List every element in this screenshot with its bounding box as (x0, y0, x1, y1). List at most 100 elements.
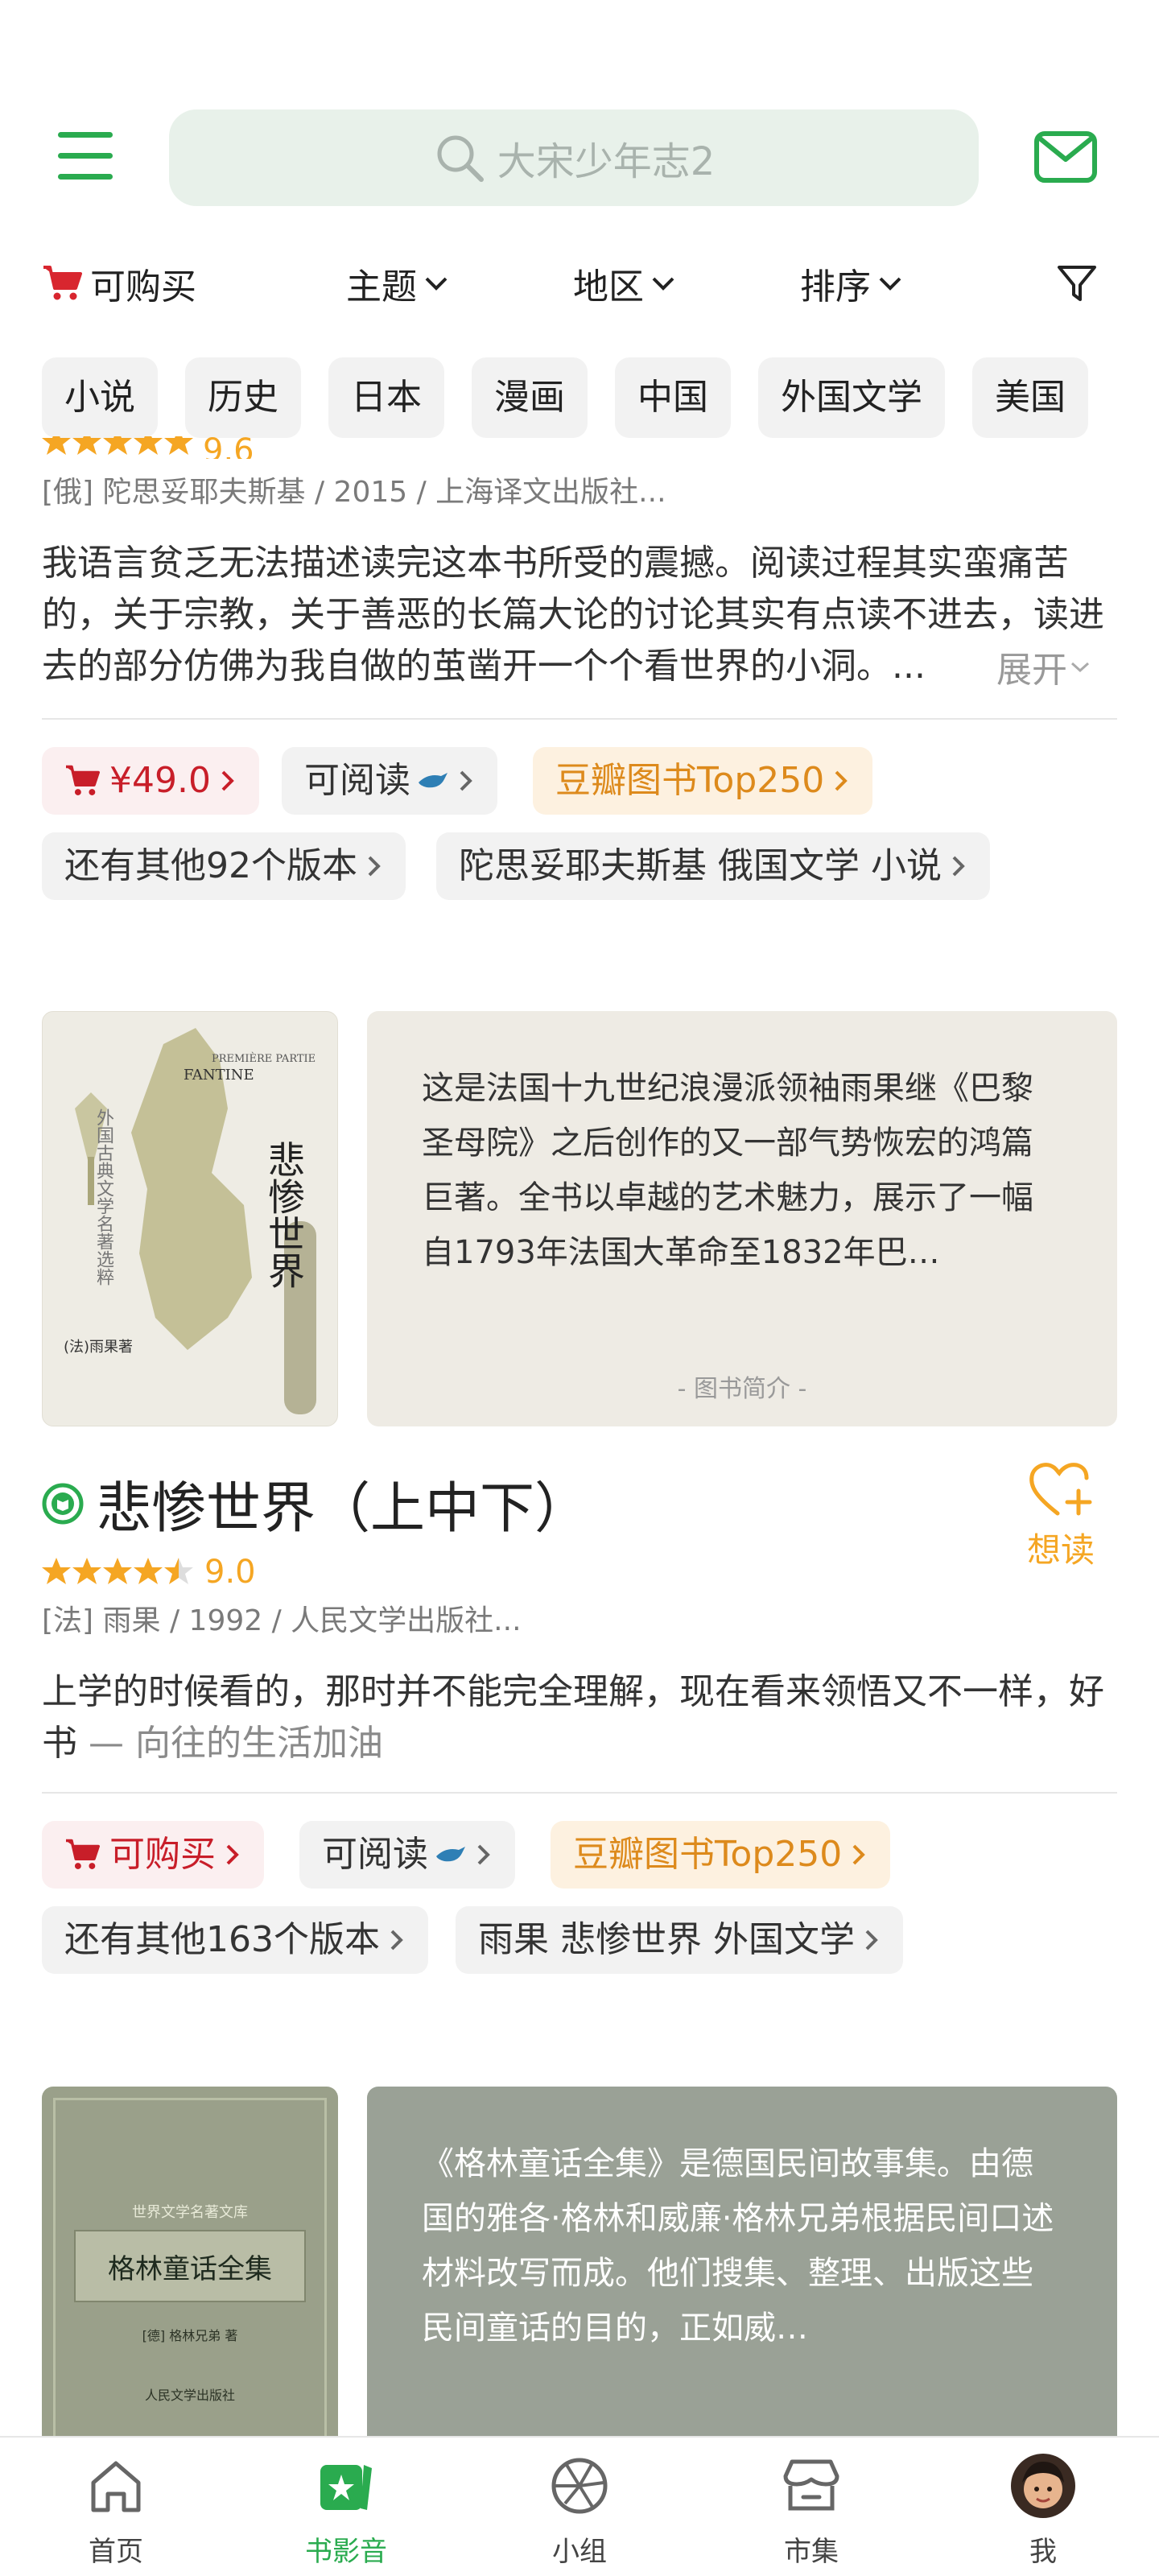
quote-text: 我语言贫乏无法描述读完这本书所受的震撼。阅读过程其实蛮痛苦的，关于宗教，关于善恶… (42, 543, 1104, 687)
versions-button[interactable]: 还有其他163个版本 (42, 1906, 428, 1974)
chevron-right-icon (221, 770, 234, 791)
bottom-nav: 首页 书影音 小组 市集 我 (0, 2436, 1159, 2576)
price-button[interactable]: ¥49.0 (42, 747, 259, 815)
nav-market-label: 市集 (784, 2536, 839, 2568)
score: 9.6 (203, 436, 254, 459)
book-intro[interactable]: 这是法国十九世纪浪漫派领袖雨果继《巴黎圣母院》之后创作的又一部气势恢宏的鸿篇巨著… (367, 1011, 1117, 1426)
versions-button[interactable]: 还有其他92个版本 (42, 832, 406, 900)
cover-fantine: FANTINE (184, 1067, 254, 1084)
cover-title: 格林童话全集 (74, 2230, 306, 2302)
readable-button[interactable]: 可阅读 (299, 1821, 515, 1889)
stars-icon (42, 1558, 193, 1584)
versions-label: 还有其他163个版本 (64, 1919, 380, 1960)
chevron-down-icon (879, 277, 901, 291)
filter-buyable[interactable]: 可购买 (42, 250, 196, 317)
search-placeholder: 大宋少年志2 (497, 139, 716, 184)
buyable-button[interactable]: 可购买 (42, 1821, 264, 1889)
rating: 9.0 (42, 1554, 256, 1591)
rating-partial: 9.6 (42, 436, 254, 459)
cover-series: 外国古典文学名著选粹 (93, 1108, 113, 1286)
mail-icon[interactable] (1033, 129, 1098, 187)
bird-icon (419, 773, 448, 788)
search-bar[interactable]: 大宋少年志2 (169, 109, 979, 206)
versions-label: 还有其他92个版本 (64, 845, 357, 886)
nav-groups-label: 小组 (552, 2536, 607, 2568)
cover-author: (法)雨果著 (64, 1339, 134, 1356)
nav-books-movies-music[interactable]: 书影音 (266, 2438, 427, 2576)
tags-button[interactable]: 雨果 悲惨世界 外国文学 (456, 1906, 903, 1974)
chip[interactable]: 历史 (185, 357, 301, 438)
top250-label: 豆瓣图书Top250 (555, 760, 825, 801)
chip[interactable]: 漫画 (472, 357, 588, 438)
tags-label: 陀思妥耶夫斯基 俄国文学 小说 (459, 845, 942, 886)
score: 9.0 (204, 1554, 256, 1591)
want-read-button[interactable]: 想读 (1021, 1459, 1101, 1572)
price-label: ¥49.0 (109, 760, 211, 801)
filter-bar: 可购买 主题 地区 排序 (0, 250, 1159, 317)
ebook-badge-icon (42, 1483, 84, 1524)
intro-label: - 图书简介 - (677, 1375, 807, 1403)
readable-button[interactable]: 可阅读 (282, 747, 497, 815)
chevron-right-icon (952, 856, 965, 877)
funnel-icon (1058, 266, 1096, 301)
book-cover[interactable]: PREMIÈRE PARTIE FANTINE 外国古典文学名著选粹 悲惨世界 … (42, 1011, 338, 1426)
search-icon (437, 135, 484, 182)
want-read-label: 想读 (1026, 1530, 1095, 1570)
book-title[interactable]: 悲惨世界（上中下） (97, 1463, 589, 1543)
cart-icon (66, 765, 100, 795)
menu-icon[interactable] (58, 132, 113, 180)
chevron-right-icon (390, 1930, 403, 1951)
top250-label: 豆瓣图书Top250 (573, 1834, 843, 1875)
tag-chips: 小说 历史 日本 漫画 中国 外国文学 美国 (42, 357, 1116, 438)
filter-sort[interactable]: 排序 (800, 250, 905, 317)
avatar (1011, 2454, 1075, 2518)
chevron-down-icon (1070, 662, 1090, 673)
cover-author: [德] 格林兄弟 著 (142, 2328, 238, 2343)
book-meta: [法] 雨果 / 1992 / 人民文学出版社... (42, 1604, 522, 1637)
expand-button[interactable]: 展开 (992, 641, 1093, 692)
heart-plus-icon (1029, 1463, 1092, 1516)
nav-groups[interactable]: 小组 (499, 2438, 660, 2576)
book-cover[interactable]: 世界文学名著文库 格林童话全集 [德] 格林兄弟 著 人民文学出版社 (42, 2087, 338, 2436)
filter-sort-label: 排序 (800, 266, 871, 308)
chevron-right-icon (477, 1844, 490, 1865)
header: 大宋少年志2 (0, 0, 1159, 242)
filter-funnel[interactable] (1051, 250, 1098, 317)
chip[interactable]: 日本 (328, 357, 444, 438)
cart-icon (43, 266, 82, 300)
market-icon (783, 2459, 839, 2511)
book-meta: [俄] 陀思妥耶夫斯基 / 2015 / 上海译文出版社... (42, 476, 666, 509)
chip[interactable]: 外国文学 (758, 357, 945, 438)
top250-button[interactable]: 豆瓣图书Top250 (533, 747, 873, 815)
chip[interactable]: 中国 (615, 357, 731, 438)
bird-icon (436, 1847, 465, 1862)
book-intro[interactable]: 《格林童话全集》是德国民间故事集。由德国的雅各·格林和威廉·格林兄弟根据民间口述… (367, 2087, 1117, 2436)
nav-home[interactable]: 首页 (35, 2438, 196, 2576)
intro-text: 这是法国十九世纪浪漫派领袖雨果继《巴黎圣母院》之后创作的又一部气势恢宏的鸿篇巨著… (422, 1070, 1033, 1271)
chevron-right-icon (226, 1844, 239, 1865)
nav-home-label: 首页 (89, 2536, 143, 2568)
nav-me[interactable]: 我 (963, 2438, 1124, 2576)
filter-region-label: 地区 (573, 266, 644, 308)
tags-label: 雨果 悲惨世界 外国文学 (478, 1919, 855, 1960)
nav-market[interactable]: 市集 (731, 2438, 892, 2576)
chip[interactable]: 美国 (972, 357, 1088, 438)
chip[interactable]: 小说 (42, 357, 158, 438)
top250-button[interactable]: 豆瓣图书Top250 (551, 1821, 891, 1889)
expand-label: 展开 (996, 650, 1067, 691)
star-book-icon (320, 2465, 372, 2510)
intro-text: 《格林童话全集》是德国民间故事集。由德国的雅各·格林和威廉·格林兄弟根据民间口述… (422, 2145, 1054, 2347)
filter-region[interactable]: 地区 (573, 250, 678, 317)
cover-top: PREMIÈRE PARTIE (212, 1052, 316, 1065)
quote-author: — 向往的生活加油 (77, 1723, 383, 1764)
tags-button[interactable]: 陀思妥耶夫斯基 俄国文学 小说 (436, 832, 990, 900)
readable-label: 可阅读 (304, 760, 410, 801)
filter-buyable-label: 可购买 (90, 266, 196, 308)
filter-theme[interactable]: 主题 (346, 250, 451, 317)
cover-title: 悲惨世界 (262, 1141, 306, 1289)
buyable-label: 可购买 (109, 1834, 216, 1875)
chevron-right-icon (852, 1844, 866, 1865)
nav-me-label: 我 (1029, 2536, 1057, 2568)
chevron-down-icon (652, 277, 674, 291)
chevron-down-icon (425, 277, 448, 291)
